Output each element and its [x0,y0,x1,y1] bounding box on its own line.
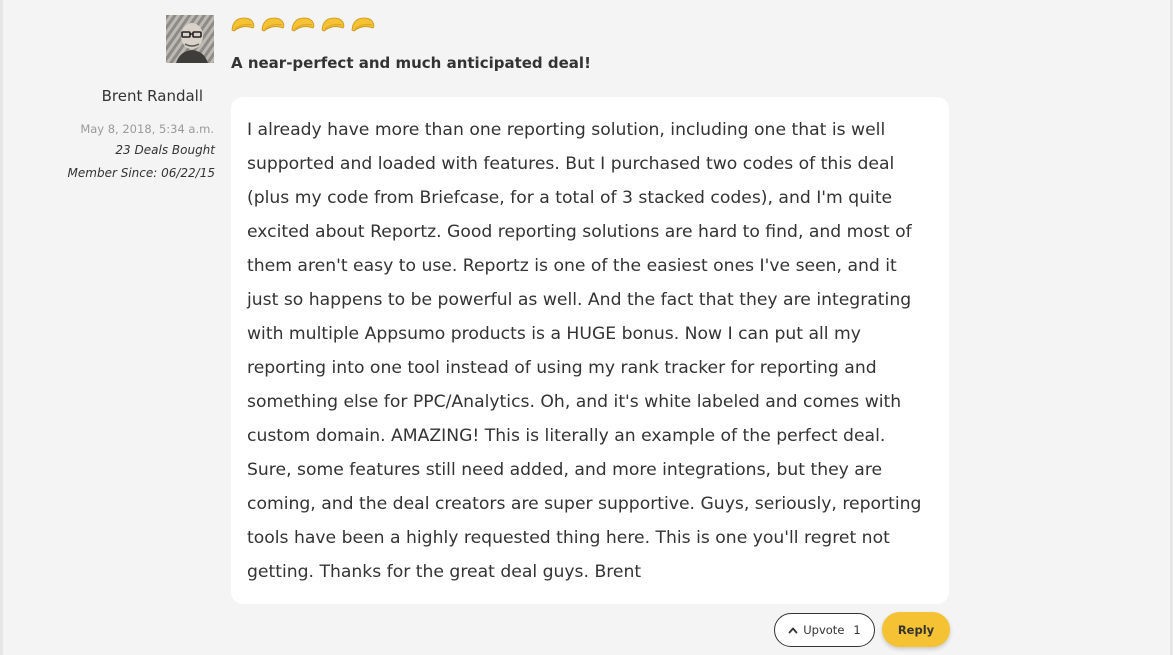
member-since: Member Since: 06/22/15 [67,166,215,180]
chevron-up-icon [788,627,798,634]
review-card: I already have more than one reporting s… [231,97,949,604]
reply-button[interactable]: Reply [882,612,950,647]
taco-icon [261,17,285,32]
review-date: May 8, 2018, 5:34 a.m. [80,122,214,136]
taco-icon [321,17,345,32]
reviewer-name[interactable]: Brent Randall [102,87,203,105]
taco-icon [351,17,375,32]
deals-bought: 23 Deals Bought [115,143,215,157]
review-title: A near-perfect and much anticipated deal… [231,54,591,72]
upvote-button[interactable]: Upvote 1 [774,613,875,647]
taco-icon [291,17,315,32]
taco-icon [231,17,255,32]
rating [231,16,375,32]
user-avatar-photo [166,15,214,63]
avatar[interactable] [166,15,214,63]
upvote-count: 1 [853,623,861,637]
review-body: I already have more than one reporting s… [247,120,922,582]
upvote-label: Upvote [803,623,845,637]
